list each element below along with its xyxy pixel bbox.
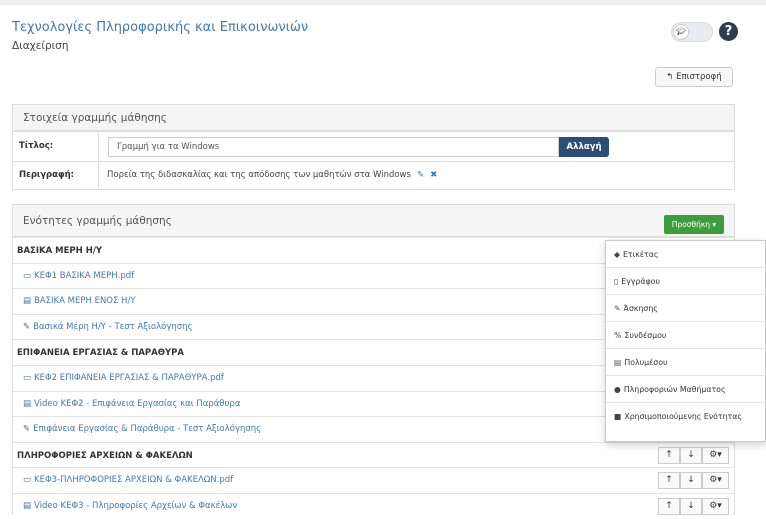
move-up-button[interactable]: ↑: [658, 498, 680, 515]
edit-icon: ✎: [614, 304, 621, 313]
add-menu-item-label: Εγγράφου: [621, 277, 660, 286]
folder-icon: ▭: [23, 270, 32, 281]
add-menu-item[interactable]: ✎ Άσκησης: [606, 295, 766, 322]
resource-title: Video ΚΕΦ2 - Επιφάνεια Εργασίας και Παρά…: [34, 398, 241, 409]
resource-title: Βασικά Μέρη Η/Υ - Τεστ Αξιολόγησης: [33, 321, 193, 332]
details-panel-heading: Στοιχεία γραμμής μάθησης: [13, 105, 734, 131]
reply-icon: ↰: [666, 72, 677, 82]
divider: [98, 132, 99, 161]
add-menu-item-label: Πληροφοριών Μαθήματος: [623, 385, 726, 394]
resource-link[interactable]: ▤ Video ΚΕΦ2 - Επιφάνεια Εργασίας και Παρ…: [23, 399, 240, 409]
add-menu-item[interactable]: ■ Χρησιμοποιούμενης Ενότητας: [606, 403, 766, 430]
resource-title: Επιφάνεια Εργασίας & Παράθυρα - Τεστ Αξι…: [33, 424, 262, 435]
settings-button[interactable]: ⚙▾: [702, 498, 729, 515]
resource-link[interactable]: ▤ ΒΑΣΙΚΑ ΜΕΡΗ ΕΝΟΣ Η/Υ: [23, 296, 136, 306]
edit-icon: ✎: [23, 424, 31, 435]
add-menu-item-label: Συνδέσμου: [624, 331, 667, 340]
add-menu-item[interactable]: ● Πληροφοριών Μαθήματος: [606, 376, 766, 403]
resource-title: ΚΕΦ2 ΕΠΙΦΑΝΕΙΑ ΕΡΓΑΣΙΑΣ & ΠΑΡΑΘΥΡΑ.pdf: [34, 373, 224, 383]
resource-title: ΚΕΦ3-ΠΛΗΡΟΦΟΡΙΕΣ ΑΡΧΕΙΩΝ & ΦΑΚΕΛΩΝ.pdf: [34, 475, 234, 486]
link-icon: %: [614, 331, 622, 340]
resource-link[interactable]: ▭ ΚΕΦ1 ΒΑΣΙΚΑ ΜΕΡΗ.pdf: [23, 271, 134, 281]
edit-icon[interactable]: ✎: [417, 170, 424, 180]
file-icon: ▯: [614, 277, 619, 286]
section-title: ΕΠΙΦΑΝΕΙΑ ΕΡΓΑΣΙΑΣ & ΠΑΡΑΘΥΡΑ: [17, 348, 184, 359]
tag-icon: ◆: [614, 250, 620, 259]
section-title: ΠΛΗΡΟΦΟΡΙΕΣ ΑΡΧΕΙΩΝ & ΦΑΚΕΛΩΝ: [17, 450, 193, 461]
description-label: Περιγραφή:: [19, 170, 75, 180]
title-input[interactable]: Γραμμή για τα Windows: [108, 137, 559, 157]
film-icon: ▤: [23, 398, 32, 409]
film-icon: ▤: [614, 358, 622, 367]
add-menu-item[interactable]: ▯ Εγγράφου: [606, 268, 766, 295]
description-text: Πορεία της διδασκαλίας και της απόδοσης …: [107, 170, 437, 180]
add-menu-item-label: Χρησιμοποιούμενης Ενότητας: [624, 412, 742, 421]
delete-icon[interactable]: ✖: [430, 170, 437, 180]
resource-link[interactable]: ✎ Βασικά Μέρη Η/Υ - Τεστ Αξιολόγησης: [23, 322, 193, 332]
move-down-button[interactable]: ↓: [680, 446, 702, 464]
add-menu-item[interactable]: ▤ Πολυμέσου: [606, 349, 766, 376]
top-bar: [0, 0, 766, 5]
move-up-button[interactable]: ↑: [658, 446, 680, 464]
folder-icon: ▭: [23, 475, 32, 486]
add-menu-item[interactable]: ◆ Ετικέτας: [606, 241, 766, 268]
course-title[interactable]: Τεχνολογίες Πληροφορικής και Επικοινωνιώ…: [12, 20, 308, 35]
graduation-cap-icon: 🎓︎: [673, 24, 689, 40]
move-up-button[interactable]: ↑: [658, 472, 680, 490]
resource-row: ▭ ΚΕΦ3-ΠΛΗΡΟΦΟΡΙΕΣ ΑΡΧΕΙΩΝ & ΦΑΚΕΛΩΝ.pdf ↑…: [13, 467, 734, 493]
settings-button[interactable]: ⚙▾: [702, 472, 729, 490]
change-button[interactable]: Αλλαγή: [559, 137, 609, 157]
section-row: ΠΛΗΡΟΦΟΡΙΕΣ ΑΡΧΕΙΩΝ & ΦΑΚΕΛΩΝ ↑ ↓ ⚙▾: [13, 441, 734, 468]
info-icon: ●: [614, 385, 621, 394]
resource-title: ΒΑΣΙΚΑ ΜΕΡΗ ΕΝΟΣ Η/Υ: [34, 296, 136, 307]
view-toggle[interactable]: 🎓︎: [671, 22, 713, 42]
add-menu-item[interactable]: % Συνδέσμου: [606, 322, 766, 349]
add-dropdown-menu: ◆ Ετικέτας ▯ Εγγράφου ✎ Άσκησης% Συνδέσμου ▤ Πολ…: [605, 240, 766, 442]
title-label: Τίτλος:: [19, 141, 54, 151]
edit-icon: ✎: [23, 321, 31, 332]
add-button[interactable]: Προσθήκη ▾: [664, 215, 724, 234]
title-row: Τίτλος: Γραμμή για τα Windows Αλλαγή: [13, 131, 734, 161]
move-down-button[interactable]: ↓: [680, 498, 702, 515]
description-row: Περιγραφή: Πορεία της διδασκαλίας και τη…: [13, 161, 734, 190]
page-subtitle: Διαχείριση: [12, 40, 69, 52]
help-icon[interactable]: ?: [719, 22, 738, 41]
plus-square-icon: ■: [614, 412, 622, 421]
units-panel-heading: Ενότητες γραμμής μάθησης: [13, 205, 734, 237]
add-menu-item-label: Ετικέτας: [623, 250, 659, 259]
film-icon: ▤: [23, 501, 32, 511]
resource-title: Video ΚΕΦ3 - Πληροφορίες Αρχείων & Φακέλ…: [34, 501, 238, 511]
description-value: Πορεία της διδασκαλίας και της απόδοσης …: [107, 170, 411, 180]
details-panel: Στοιχεία γραμμής μάθησης Τίτλος: Γραμμή …: [12, 104, 735, 190]
move-down-button[interactable]: ↓: [680, 472, 702, 490]
resource-link[interactable]: ▤ Video ΚΕΦ3 - Πληροφορίες Αρχείων & Φακέ…: [23, 501, 237, 511]
add-menu-item-label: Πολυμέσου: [624, 358, 668, 367]
resource-link[interactable]: ✎ Επιφάνεια Εργασίας & Παράθυρα - Τεστ Αξ…: [23, 424, 261, 434]
settings-button[interactable]: ⚙▾: [702, 446, 729, 464]
resource-link[interactable]: ▭ ΚΕΦ2 ΕΠΙΦΑΝΕΙΑ ΕΡΓΑΣΙΑΣ & ΠΑΡΑΘΥΡΑ.pdf: [23, 373, 224, 383]
add-menu-item-label: Άσκησης: [623, 304, 658, 313]
back-button-label: Επιστροφή: [676, 72, 722, 82]
section-title: ΒΑΣΙΚΑ ΜΕΡΗ Η/Υ: [17, 246, 103, 256]
back-button[interactable]: ↰ Επιστροφή: [655, 67, 733, 87]
film-icon: ▤: [23, 296, 32, 307]
divider: [98, 162, 99, 190]
resource-link[interactable]: ▭ ΚΕΦ3-ΠΛΗΡΟΦΟΡΙΕΣ ΑΡΧΕΙΩΝ & ΦΑΚΕΛΩΝ.pdf: [23, 475, 233, 485]
folder-icon: ▭: [23, 373, 32, 383]
resource-title: ΚΕΦ1 ΒΑΣΙΚΑ ΜΕΡΗ.pdf: [34, 270, 135, 281]
